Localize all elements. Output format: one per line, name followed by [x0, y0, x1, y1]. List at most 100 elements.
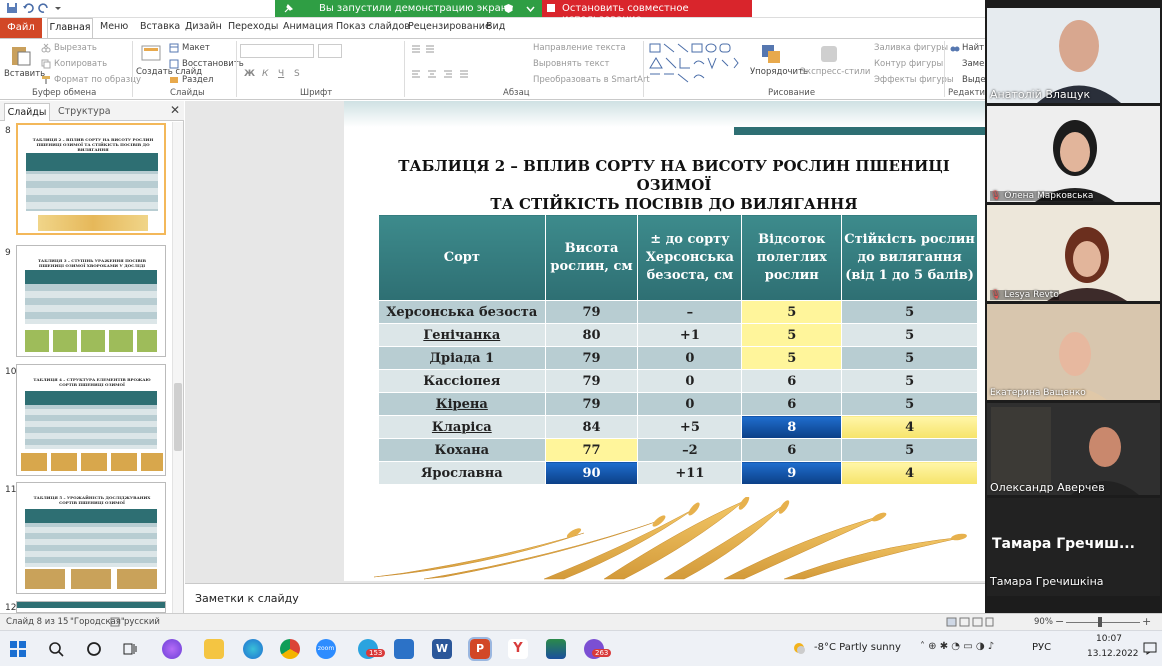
clock-time[interactable]: 10:07 [1096, 634, 1122, 644]
cortana-icon[interactable] [86, 641, 102, 657]
tab-view[interactable]: Вид [486, 21, 505, 32]
quick-styles-button[interactable]: Экспресс-стили [800, 67, 870, 77]
close-pane-icon[interactable]: ✕ [170, 103, 180, 117]
view-buttons-icon[interactable] [946, 617, 994, 627]
lodged-cell: 5 [741, 300, 843, 324]
shapes-gallery-icon[interactable] [648, 42, 744, 84]
pin-icon[interactable] [283, 3, 294, 14]
text-direction-button[interactable]: Направление текста [533, 43, 626, 53]
slide-thumbnail[interactable]: ТАБЛИЦЯ 3 – СТУПІНЬ УРАЖЕННЯ ПОСІВІВ ПШЕ… [16, 245, 166, 357]
font-name-field[interactable] [240, 44, 314, 58]
strikethrough-button[interactable]: S [294, 69, 300, 79]
slide-thumbnail[interactable] [16, 601, 166, 613]
copy-icon [41, 59, 51, 69]
notes-placeholder[interactable]: Заметки к слайду [195, 592, 299, 605]
zoom-out-icon[interactable]: − [1055, 615, 1064, 628]
spellcheck-icon[interactable] [110, 617, 120, 627]
zoom-slider-thumb[interactable] [1098, 617, 1102, 627]
shape-effects-button[interactable]: Эффекты фигуры [874, 75, 954, 85]
height-cell: 90 [544, 461, 639, 485]
search-icon[interactable] [48, 641, 64, 657]
clock-date[interactable]: 13.12.2022 [1087, 649, 1139, 659]
input-language[interactable]: РУС [1032, 642, 1051, 653]
select-button[interactable]: Выде [962, 75, 986, 85]
zoom-slider[interactable] [1066, 622, 1140, 623]
edge-icon[interactable] [243, 639, 263, 659]
resistance-cell: 4 [841, 461, 978, 485]
height-cell: 79 [544, 369, 639, 393]
paragraph-controls-icon[interactable] [410, 43, 520, 83]
tab-file[interactable]: Файл [0, 18, 42, 38]
copy-button[interactable]: Копировать [54, 59, 107, 69]
tab-insert[interactable]: Вставка [140, 21, 180, 32]
app-icon[interactable] [162, 639, 182, 659]
smartart-button[interactable]: Преобразовать в SmartArt [533, 75, 650, 85]
app-icon[interactable] [546, 639, 566, 659]
participant-tile[interactable]: 🎙︎ Lesya Revto [987, 205, 1160, 301]
zoom-app-icon[interactable]: zoom [316, 639, 336, 659]
notifications-icon[interactable] [1143, 641, 1157, 655]
yandex-icon[interactable]: Y [508, 639, 528, 659]
zoom-level[interactable]: 90% [1034, 617, 1053, 627]
section-button[interactable]: Раздел [182, 75, 213, 85]
save-icon[interactable] [6, 2, 18, 14]
weather-text[interactable]: -8°C Partly sunny [814, 642, 901, 653]
diff-cell: +5 [637, 415, 743, 439]
tab-outline[interactable]: Структура [58, 106, 111, 117]
format-painter-button[interactable]: Формат по образцу [54, 75, 141, 85]
shape-outline-button[interactable]: Контур фигуры [874, 59, 943, 69]
paragraph-group-label: Абзац [503, 88, 530, 98]
participant-tile[interactable]: Анатолій Влащук [987, 8, 1160, 103]
tab-slideshow[interactable]: Показ слайдов [336, 21, 410, 32]
quick-access-dropdown-icon[interactable] [54, 2, 62, 14]
cut-button[interactable]: Вырезать [54, 43, 97, 53]
task-view-icon[interactable] [122, 641, 138, 657]
slide-thumbnail[interactable]: ТАБЛИЦЯ 4 – СТРУКТУРА ЕЛЕМЕНТІВ ВРОЖАЮ С… [16, 364, 166, 476]
italic-button[interactable]: К [262, 69, 268, 79]
windows-start-icon[interactable] [10, 641, 26, 657]
tray-icons[interactable]: ˄ ⊕ ✱ ◔ ▭ ◑ ♪ [920, 641, 994, 652]
taskbar: zoom 153 W P Y 263 -8°C Partly sunny ˄ ⊕… [0, 630, 1162, 666]
tab-slides[interactable]: Слайды [4, 103, 50, 121]
tab-design[interactable]: Дизайн [185, 21, 222, 32]
powerpoint-icon[interactable]: P [468, 637, 492, 661]
slide[interactable]: ТАБЛИЦЯ 2 – ВПЛИВ СОРТУ НА ВИСОТУ РОСЛИН… [344, 101, 985, 581]
paste-button[interactable]: Вставить [4, 69, 45, 79]
chevron-down-icon[interactable] [525, 3, 536, 14]
stop-share-button[interactable]: Остановить совместное использование [542, 0, 752, 25]
tab-menu[interactable]: Меню [100, 21, 128, 32]
slide-thumbnail[interactable]: ТАБЛИЦЯ 5 – УРОЖАЙНІСТЬ ДОСЛІДЖУВАНИХ СО… [16, 482, 166, 594]
participant-tile[interactable]: Олександр Аверчев [987, 403, 1160, 495]
file-explorer-icon[interactable] [204, 639, 224, 659]
scrollbar-thumb[interactable] [174, 383, 182, 451]
slide-thumbnail[interactable]: ТАБЛИЦЯ 2 – ВПЛИВ СОРТУ НА ВИСОТУ РОСЛИН… [16, 123, 166, 235]
align-text-button[interactable]: Выровнять текст [533, 59, 609, 69]
photos-icon[interactable] [394, 639, 414, 659]
font-size-field[interactable] [318, 44, 342, 58]
participant-tile[interactable]: 🎙︎ Олена Марковська [987, 106, 1160, 202]
redo-icon[interactable] [38, 2, 50, 14]
layout-button[interactable]: Макет [182, 43, 210, 53]
chrome-icon[interactable] [280, 639, 300, 659]
underline-button[interactable]: Ч [278, 69, 284, 79]
tab-transitions[interactable]: Переходы [228, 21, 278, 32]
tab-review[interactable]: Рецензирование [408, 21, 491, 32]
tab-animation[interactable]: Анимация [283, 21, 333, 32]
new-slide-icon[interactable] [140, 43, 162, 65]
participant-tile[interactable]: Тамара Гречиш... Тамара Гречишкіна [987, 498, 1160, 596]
shape-fill-button[interactable]: Заливка фигуры [874, 43, 948, 53]
undo-icon[interactable] [22, 2, 34, 14]
zoom-in-icon[interactable]: + [1142, 615, 1151, 628]
language-indicator[interactable]: русский [124, 617, 160, 627]
word-icon[interactable]: W [432, 639, 452, 659]
participant-tile[interactable]: Екатерина Ващенко [987, 304, 1160, 400]
reset-button[interactable]: Восстановить [182, 59, 244, 69]
notes-pane[interactable]: Заметки к слайду [185, 583, 985, 613]
pane-scrollbar[interactable] [172, 122, 183, 613]
stop-icon [547, 4, 555, 12]
tab-home[interactable]: Главная [47, 18, 93, 39]
find-button[interactable]: Найт [962, 43, 984, 53]
bold-button[interactable]: Ж [244, 69, 255, 79]
replace-button[interactable]: Заме [962, 59, 984, 69]
paste-icon[interactable] [9, 43, 33, 67]
